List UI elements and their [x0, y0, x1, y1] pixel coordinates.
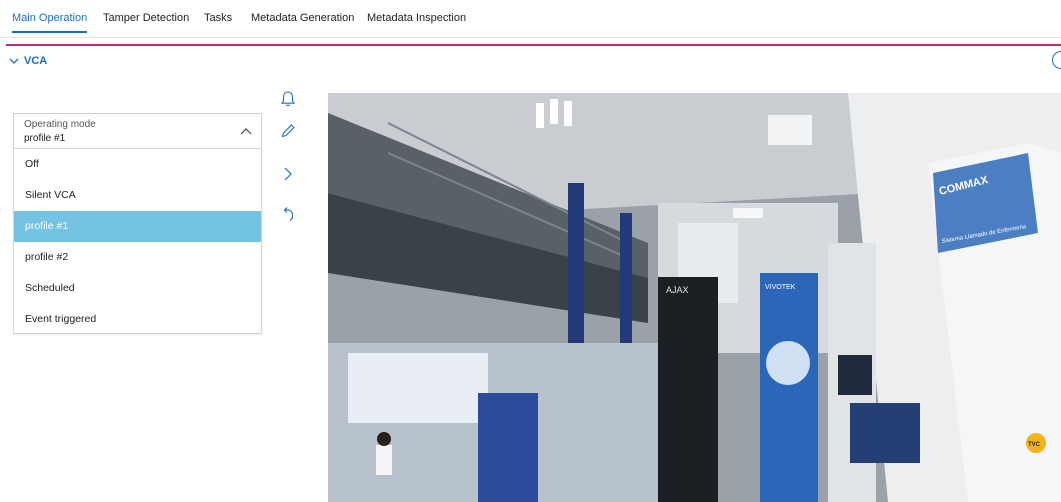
bell-icon — [280, 91, 296, 107]
tvc-badge: TVC — [1028, 442, 1041, 448]
ajax-sign: AJAX — [666, 285, 689, 295]
pencil-icon — [281, 124, 295, 138]
option-off[interactable]: Off — [14, 149, 261, 180]
tab-main-operation[interactable]: Main Operation — [12, 12, 87, 24]
option-profile-2[interactable]: profile #2 — [14, 242, 261, 273]
chevron-down-icon — [9, 58, 19, 64]
section-title: VCA — [24, 55, 48, 67]
vca-section-toggle[interactable]: VCA — [8, 54, 47, 68]
tab-tasks[interactable]: Tasks — [204, 12, 232, 24]
undo-button[interactable] — [278, 204, 298, 224]
tab-tamper-detection[interactable]: Tamper Detection — [103, 12, 189, 24]
help-icon[interactable] — [1052, 51, 1061, 69]
operating-mode-label: Operating mode — [24, 119, 96, 130]
undo-icon — [283, 207, 294, 221]
option-profile-1[interactable]: profile #1 — [14, 211, 261, 242]
next-button[interactable] — [278, 164, 298, 184]
section-divider — [6, 44, 1061, 46]
tab-metadata-inspection[interactable]: Metadata Inspection — [367, 12, 466, 24]
camera-image: AJAX VIVOTEK COMMAX Sistema Llamado de E… — [328, 93, 1061, 502]
tab-bar: Main Operation Tamper Detection Tasks Me… — [0, 0, 1061, 38]
chevron-up-icon — [240, 128, 252, 135]
edit-button[interactable] — [278, 121, 298, 141]
vivotek-sign: VIVOTEK — [765, 284, 796, 291]
operating-mode-value: profile #1 — [24, 133, 66, 144]
alarm-button[interactable] — [278, 89, 298, 109]
operating-mode-select[interactable]: Operating mode profile #1 — [13, 113, 262, 149]
tab-metadata-generation[interactable]: Metadata Generation — [251, 12, 354, 24]
active-tab-indicator — [12, 31, 87, 33]
option-event-triggered[interactable]: Event triggered — [14, 304, 261, 335]
chevron-right-icon — [284, 167, 292, 181]
option-scheduled[interactable]: Scheduled — [14, 273, 261, 304]
option-silent-vca[interactable]: Silent VCA — [14, 180, 261, 211]
operating-mode-options: Off Silent VCA profile #1 profile #2 Sch… — [13, 148, 262, 334]
live-video-feed[interactable]: AJAX VIVOTEK COMMAX Sistema Llamado de E… — [328, 93, 1061, 502]
